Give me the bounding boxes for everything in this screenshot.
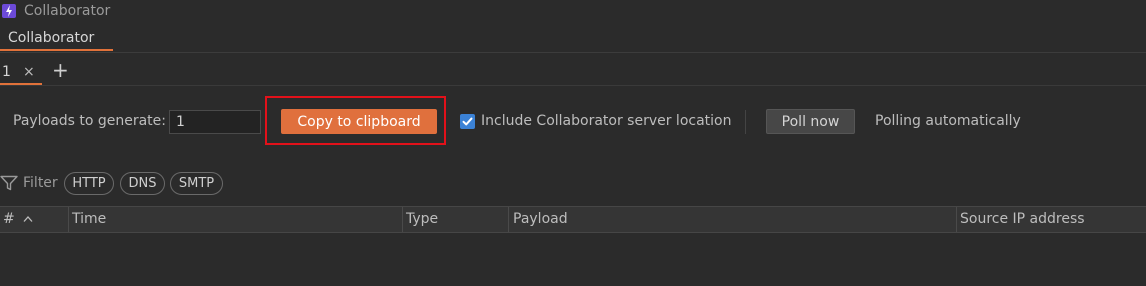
app-logo-icon	[2, 4, 16, 18]
sort-ascending-icon	[23, 216, 33, 222]
filter-chip-smtp[interactable]: SMTP	[170, 172, 223, 195]
column-separator[interactable]	[508, 207, 509, 232]
table-header: # Time Type Payload Source IP address	[0, 206, 1146, 233]
tab-collaborator[interactable]: Collaborator	[8, 30, 94, 46]
filter-icon[interactable]	[0, 175, 18, 191]
polling-status-text: Polling automatically	[875, 113, 1021, 129]
column-header-label: #	[3, 211, 15, 227]
payloads-count-input[interactable]	[169, 110, 261, 134]
sub-tab-label: 1	[2, 64, 11, 80]
active-tab-indicator	[0, 49, 113, 51]
add-tab-icon[interactable]: +	[52, 59, 69, 81]
poll-now-button[interactable]: Poll now	[766, 109, 855, 134]
column-header-number[interactable]: #	[0, 207, 68, 232]
filter-chip-dns[interactable]: DNS	[120, 172, 165, 195]
payloads-label: Payloads to generate:	[13, 113, 166, 129]
window-title: Collaborator	[24, 3, 111, 19]
divider	[0, 85, 1146, 86]
column-header-type[interactable]: Type	[403, 207, 508, 232]
include-server-location-checkbox[interactable]	[460, 114, 475, 129]
filter-label[interactable]: Filter	[23, 175, 58, 191]
column-header-source-ip[interactable]: Source IP address	[957, 207, 1146, 232]
copy-to-clipboard-button[interactable]: Copy to clipboard	[281, 109, 437, 134]
column-header-payload[interactable]: Payload	[510, 207, 956, 232]
close-icon[interactable]: ×	[23, 64, 35, 80]
column-header-time[interactable]: Time	[69, 207, 402, 232]
include-server-location-label[interactable]: Include Collaborator server location	[481, 113, 731, 129]
toolbar-separator	[745, 110, 746, 134]
divider	[0, 52, 1146, 53]
checkmark-icon	[462, 117, 473, 126]
filter-chip-http[interactable]: HTTP	[64, 172, 114, 195]
interactions-table-body	[0, 233, 1146, 286]
title-bar: Collaborator	[0, 0, 1146, 24]
